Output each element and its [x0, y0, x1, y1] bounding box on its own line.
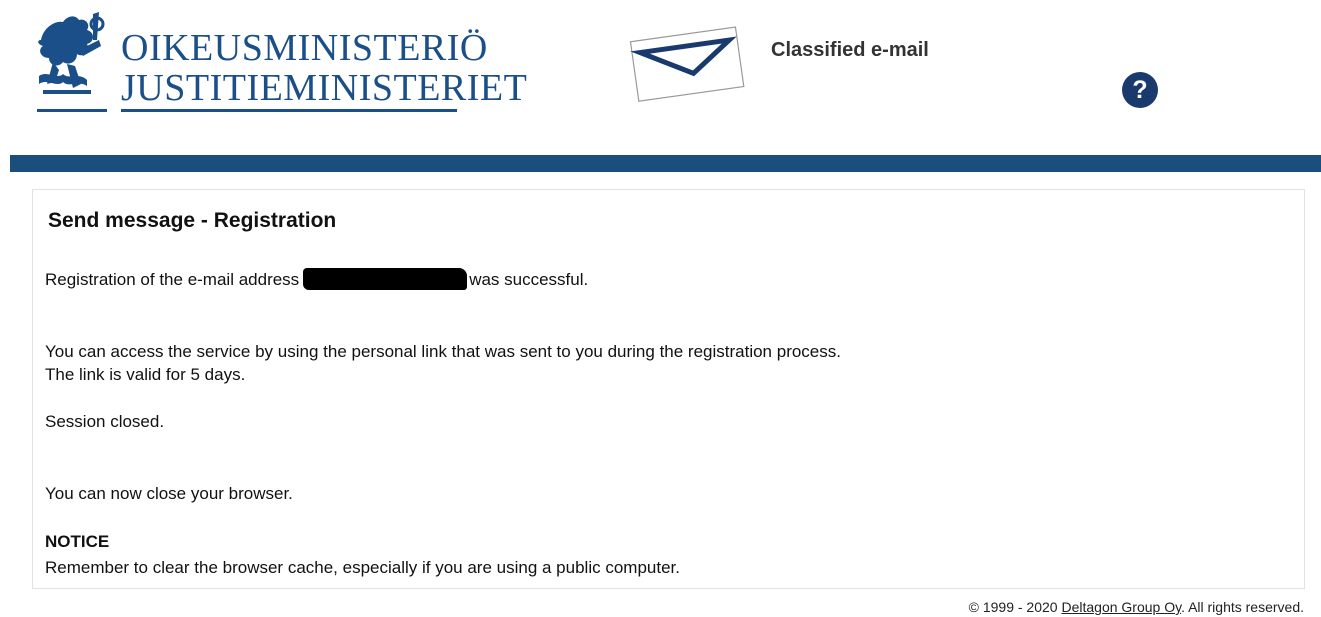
registration-prefix: Registration of the e-mail address — [45, 270, 300, 289]
logo-divider-left — [37, 109, 107, 112]
question-mark-icon[interactable]: ? — [1122, 72, 1158, 108]
company-link[interactable]: Deltagon Group Oy — [1061, 599, 1181, 615]
page-title: Send message - Registration — [48, 209, 337, 232]
redacted-email — [303, 268, 468, 290]
notice-text: Remember to clear the browser cache, esp… — [45, 558, 680, 577]
ministry-logo: OIKEUSMINISTERIÖ JUSTITIEMINISTERIET — [33, 10, 527, 114]
close-browser-text: You can now close your browser. — [45, 484, 293, 503]
page-header: OIKEUSMINISTERIÖ JUSTITIEMINISTERIET Cla… — [0, 0, 1321, 155]
logo-divider — [121, 109, 457, 112]
logo-text-finnish: OIKEUSMINISTERIÖ — [121, 27, 488, 69]
link-validity-text: The link is valid for 5 days. — [45, 365, 246, 384]
main-content-panel: Send message - Registration Registration… — [32, 189, 1305, 589]
envelope-icon — [628, 24, 748, 102]
logo-text-swedish: JUSTITIEMINISTERIET — [121, 67, 528, 109]
session-closed-text: Session closed. — [45, 412, 165, 431]
registration-status-text: Registration of the e-mail address was su… — [45, 268, 588, 291]
heraldic-lion-icon — [38, 12, 105, 94]
access-info-text: You can access the service by using the … — [45, 342, 841, 361]
header-divider-bar — [10, 155, 1321, 172]
copyright-suffix: . All rights reserved. — [1181, 599, 1304, 615]
copyright-footer: © 1999 - 2020 Deltagon Group Oy. All rig… — [969, 599, 1304, 615]
service-title: Classified e-mail — [771, 39, 929, 61]
notice-heading: NOTICE — [45, 532, 110, 551]
registration-suffix: was successful. — [469, 270, 589, 289]
copyright-prefix: © 1999 - 2020 — [968, 599, 1058, 615]
